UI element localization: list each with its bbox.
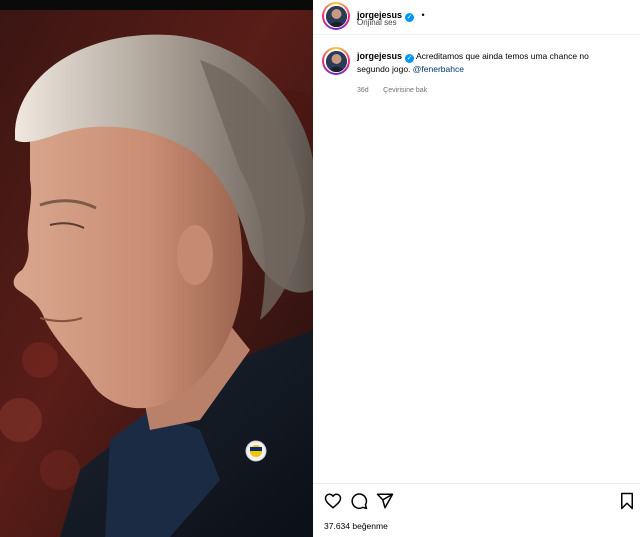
bookmark-icon[interactable] (618, 492, 636, 510)
audio-label[interactable]: Orijinal ses (357, 18, 397, 27)
comment-icon[interactable] (350, 492, 368, 510)
caption-meta: 36d Çevirisine bak (357, 79, 427, 97)
caption-block: jorgejesus ✓ Acreditamos que ainda temos … (357, 50, 627, 76)
post-photo (0, 0, 313, 537)
verified-badge-icon: ✓ (405, 54, 415, 63)
heart-icon[interactable] (324, 492, 342, 510)
caption-mention[interactable]: @fenerbahce (413, 64, 464, 74)
verified-badge-icon: ✓ (405, 13, 415, 22)
caption-text-line1: Acreditamos que ainda temos uma chance n… (415, 51, 589, 61)
header-avatar[interactable] (322, 2, 350, 30)
header-divider (313, 34, 640, 35)
likes-count[interactable]: 37.634 beğenme (324, 521, 388, 531)
caption-avatar[interactable] (322, 47, 350, 75)
caption-username[interactable]: jorgejesus (357, 51, 402, 61)
translate-link[interactable]: Çevirisine bak (383, 87, 427, 94)
share-icon[interactable] (376, 492, 394, 510)
post-media[interactable] (0, 0, 313, 537)
actions-divider (313, 483, 640, 484)
header-separator: • (421, 10, 425, 20)
caption-text-line2: segundo jogo. (357, 64, 411, 74)
caption-time[interactable]: 36d (357, 87, 369, 94)
